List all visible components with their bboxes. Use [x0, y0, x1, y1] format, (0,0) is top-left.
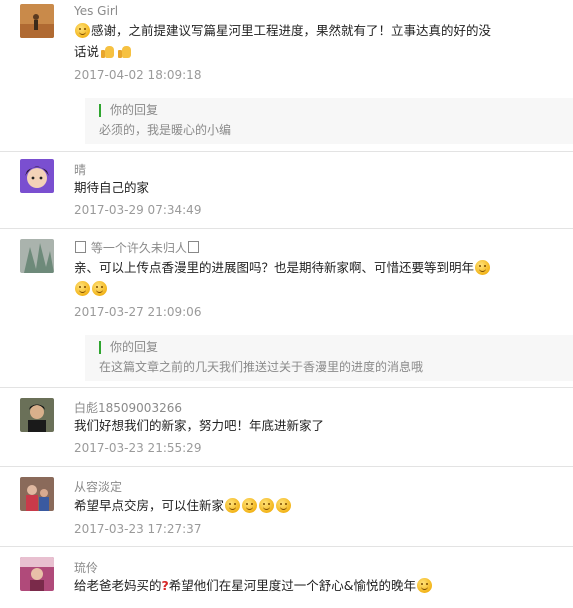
comment-text: 亲、可以上传点香漫里的进展图吗？也是期待新家啊、可惜还要等到明年 [74, 257, 504, 299]
laughing-emoji-icon [475, 260, 491, 275]
divider [0, 546, 573, 547]
reply-label: 你的回复 [110, 103, 159, 117]
comment-text: 期待自己的家 [74, 180, 150, 195]
comment-timestamp: 2017-04-02 18:09:18 [74, 68, 202, 82]
reply-marker [99, 104, 101, 117]
smile-emoji-icon [417, 578, 433, 593]
avatar[interactable] [20, 239, 54, 273]
author-reply: 你的回复 必须的，我是暖心的小编 [85, 98, 573, 144]
smile-emoji-icon [242, 498, 258, 513]
divider [0, 228, 573, 229]
comment-timestamp: 2017-03-29 07:34:49 [74, 203, 202, 217]
comment-text: 希望早点交房，可以住新家 [74, 495, 514, 516]
reply-text: 在这篇文章之前的几天我们推送过关于香漫里的进度的消息哦 [99, 360, 424, 374]
reply-label: 你的回复 [110, 340, 159, 354]
comment-text: 我们好想我们的新家，努力吧！年底进新家了 [74, 418, 325, 433]
reply-marker [99, 341, 101, 354]
comment-timestamp: 2017-03-23 21:55:29 [74, 441, 202, 455]
avatar[interactable] [20, 398, 54, 432]
avatar[interactable] [20, 159, 54, 193]
smile-emoji-icon [259, 498, 275, 513]
author-reply: 你的回复 在这篇文章之前的几天我们推送过关于香漫里的进度的消息哦 [85, 335, 573, 381]
smile-emoji-icon [92, 281, 107, 296]
comment-timestamp: 2017-03-27 21:09:06 [74, 305, 202, 319]
divider [0, 387, 573, 388]
comment-text: 给老爸老妈买的?希望他们在星河里度过一个舒心&愉悦的晚年 [74, 575, 554, 596]
divider [0, 466, 573, 467]
smile-emoji-icon [276, 498, 292, 513]
thumbs-up-icon [100, 44, 115, 59]
comment-nickname: 晴 [74, 163, 87, 177]
comment-nickname: 琉伶 [74, 561, 99, 575]
avatar[interactable] [20, 557, 54, 591]
question-mark-icon: ? [161, 578, 169, 593]
comment-nickname: 从容淡定 [74, 480, 123, 494]
comment-text: 感谢，之前提建议写篇星河里工程进度，果然就有了！立事达真的好的没 话说 [74, 23, 492, 59]
avatar[interactable] [20, 477, 54, 511]
avatar[interactable] [20, 4, 54, 38]
divider [0, 151, 573, 152]
grin-emoji-icon [75, 23, 90, 38]
unknown-glyph-icon [75, 241, 86, 253]
comment-nickname: 白彪18509003266 [74, 401, 182, 415]
comment-timestamp: 2017-03-23 17:27:37 [74, 522, 202, 536]
smile-emoji-icon [225, 498, 241, 513]
reply-text: 必须的，我是暖心的小编 [99, 123, 232, 137]
thumbs-up-icon [117, 44, 132, 59]
comment-nickname: Yes Girl [74, 4, 119, 18]
comment-nickname: 等一个许久未归人 [74, 239, 200, 256]
smile-emoji-icon [75, 281, 90, 296]
unknown-glyph-icon [187, 241, 199, 253]
